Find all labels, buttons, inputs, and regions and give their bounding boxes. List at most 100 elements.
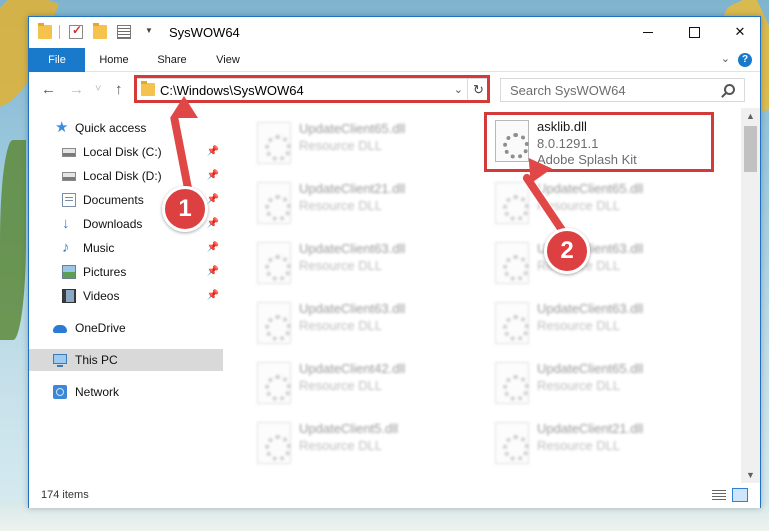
- sidebar-item-pictures[interactable]: Pictures 📌: [29, 261, 223, 283]
- scroll-down-arrow-icon[interactable]: ▼: [741, 467, 760, 483]
- folder-icon: [38, 23, 52, 39]
- tab-file[interactable]: File: [29, 48, 85, 72]
- file-description: Adobe Splash Kit: [537, 152, 637, 167]
- file-description: Resource DLL: [537, 438, 621, 453]
- new-folder-icon[interactable]: [93, 23, 107, 39]
- videos-icon: [62, 289, 76, 303]
- pictures-icon: [62, 265, 76, 279]
- dll-file-icon: [257, 242, 291, 284]
- callout-arrowhead-1: [170, 96, 198, 118]
- up-arrow-icon[interactable]: ↑: [115, 81, 123, 98]
- file-name: UpdateClient63.dll: [299, 241, 406, 256]
- file-description: Resource DLL: [299, 378, 383, 393]
- recent-locations-chevron-icon[interactable]: ˅: [95, 83, 101, 95]
- sidebar-item-label: Videos: [83, 289, 120, 303]
- sidebar-item-label: Quick access: [75, 121, 147, 135]
- search-input[interactable]: Search SysWOW64: [500, 78, 745, 102]
- search-placeholder: Search SysWOW64: [510, 83, 626, 98]
- sidebar-item-videos[interactable]: Videos 📌: [29, 285, 223, 307]
- file-version: 8.0.1291.1: [537, 136, 599, 151]
- dll-file-icon: [257, 362, 291, 404]
- dll-file-icon: [257, 182, 291, 224]
- pin-icon[interactable]: 📌: [207, 141, 219, 163]
- tiles-view-icon[interactable]: [732, 488, 748, 502]
- navigation-pane: ★ Quick access Local Disk (C:) 📌 Local D…: [29, 108, 223, 483]
- file-name: asklib.dll: [537, 119, 587, 134]
- music-icon: ♪: [62, 239, 70, 256]
- file-tile[interactable]: UpdateClient21.dll Resource DLL: [487, 416, 707, 468]
- file-description: Resource DLL: [537, 378, 621, 393]
- file-tile[interactable]: UpdateClient63.dll Resource DLL: [487, 296, 707, 348]
- vertical-scrollbar[interactable]: ▲ ▼: [741, 108, 760, 483]
- forward-arrow-icon[interactable]: →: [69, 81, 84, 98]
- dll-file-icon: [495, 302, 529, 344]
- file-tile[interactable]: UpdateClient63.dll Resource DLL: [249, 296, 469, 348]
- pin-icon[interactable]: 📌: [207, 189, 219, 211]
- file-name: UpdateClient63.dll: [299, 301, 406, 316]
- title-bar: ▼ SysWOW64 ✕: [29, 17, 760, 48]
- file-tile-asklib[interactable]: asklib.dll 8.0.1291.1 Adobe Splash Kit: [487, 114, 707, 167]
- sidebar-item-label: Pictures: [83, 265, 127, 279]
- navigation-bar: ← → ˅ ↑ C:\Windows\SysWOW64 ⌄ ↻ Search S…: [29, 72, 760, 108]
- address-history-chevron-icon[interactable]: ⌄: [454, 83, 463, 96]
- sidebar-item-label: Music: [83, 241, 115, 255]
- ribbon-tabs: File Home Share View ⌄ ?: [29, 48, 760, 72]
- sidebar-item-music[interactable]: ♪ Music 📌: [29, 237, 223, 259]
- file-description: Resource DLL: [299, 138, 383, 153]
- file-name: UpdateClient65.dll: [537, 361, 644, 376]
- pin-icon[interactable]: 📌: [207, 165, 219, 187]
- minimize-button[interactable]: [625, 17, 671, 47]
- refresh-icon[interactable]: ↻: [467, 79, 489, 101]
- file-tile[interactable]: UpdateClient42.dll Resource DLL: [249, 356, 469, 408]
- file-description: Resource DLL: [299, 318, 383, 333]
- tab-view[interactable]: View: [205, 48, 251, 72]
- scrollbar-thumb[interactable]: [744, 126, 757, 172]
- file-name: UpdateClient21.dll: [299, 181, 406, 196]
- drive-icon: [62, 148, 76, 157]
- details-view-icon[interactable]: [712, 490, 726, 501]
- documents-icon: [62, 193, 76, 207]
- file-tile[interactable]: UpdateClient63.dll Resource DLL: [487, 236, 707, 288]
- pin-icon[interactable]: 📌: [207, 285, 219, 307]
- sidebar-item-local-disk-d[interactable]: Local Disk (D:) 📌: [29, 165, 223, 187]
- pc-icon: [53, 354, 67, 367]
- file-name: UpdateClient42.dll: [299, 361, 406, 376]
- sidebar-item-onedrive[interactable]: OneDrive: [29, 317, 223, 339]
- file-description: Resource DLL: [299, 258, 383, 273]
- file-description: Resource DLL: [299, 438, 383, 453]
- file-tile[interactable]: UpdateClient5.dll Resource DLL: [249, 416, 469, 468]
- file-tile[interactable]: UpdateClient21.dll Resource DLL: [249, 176, 469, 228]
- folder-icon: [141, 81, 155, 96]
- drive-icon: [62, 172, 76, 181]
- help-button[interactable]: ?: [738, 53, 752, 67]
- file-tile[interactable]: UpdateClient65.dll Resource DLL: [487, 356, 707, 408]
- file-tile[interactable]: UpdateClient65.dll Resource DLL: [487, 176, 707, 228]
- sidebar-item-network[interactable]: Network: [29, 381, 223, 403]
- properties-icon[interactable]: [117, 25, 131, 39]
- properties-check-icon[interactable]: [69, 23, 83, 39]
- close-button[interactable]: ✕: [717, 17, 763, 47]
- tab-home[interactable]: Home: [91, 48, 137, 72]
- pin-icon[interactable]: 📌: [207, 261, 219, 283]
- sidebar-item-label: Downloads: [83, 217, 143, 231]
- sidebar-item-local-disk-c[interactable]: Local Disk (C:) 📌: [29, 141, 223, 163]
- download-icon: ↓: [62, 215, 70, 232]
- scroll-up-arrow-icon[interactable]: ▲: [741, 108, 760, 124]
- maximize-button[interactable]: [671, 17, 717, 47]
- expand-ribbon-chevron-icon[interactable]: ⌄: [721, 52, 730, 65]
- dll-file-icon: [257, 302, 291, 344]
- customize-toolbar-chevron-icon[interactable]: ▼: [145, 26, 153, 35]
- file-description: Resource DLL: [299, 198, 383, 213]
- file-tile[interactable]: UpdateClient65.dll Resource DLL: [249, 116, 469, 168]
- file-name: UpdateClient5.dll: [299, 421, 399, 436]
- callout-badge-1: 1: [162, 186, 208, 232]
- pin-icon[interactable]: 📌: [207, 237, 219, 259]
- back-arrow-icon[interactable]: ←: [41, 81, 56, 98]
- dll-file-icon: [495, 362, 529, 404]
- sidebar-item-quick-access[interactable]: ★ Quick access: [29, 117, 223, 139]
- tab-share[interactable]: Share: [149, 48, 195, 72]
- star-icon: ★: [55, 119, 69, 136]
- file-tile[interactable]: UpdateClient63.dll Resource DLL: [249, 236, 469, 288]
- sidebar-item-this-pc[interactable]: This PC: [29, 349, 223, 371]
- pin-icon[interactable]: 📌: [207, 213, 219, 235]
